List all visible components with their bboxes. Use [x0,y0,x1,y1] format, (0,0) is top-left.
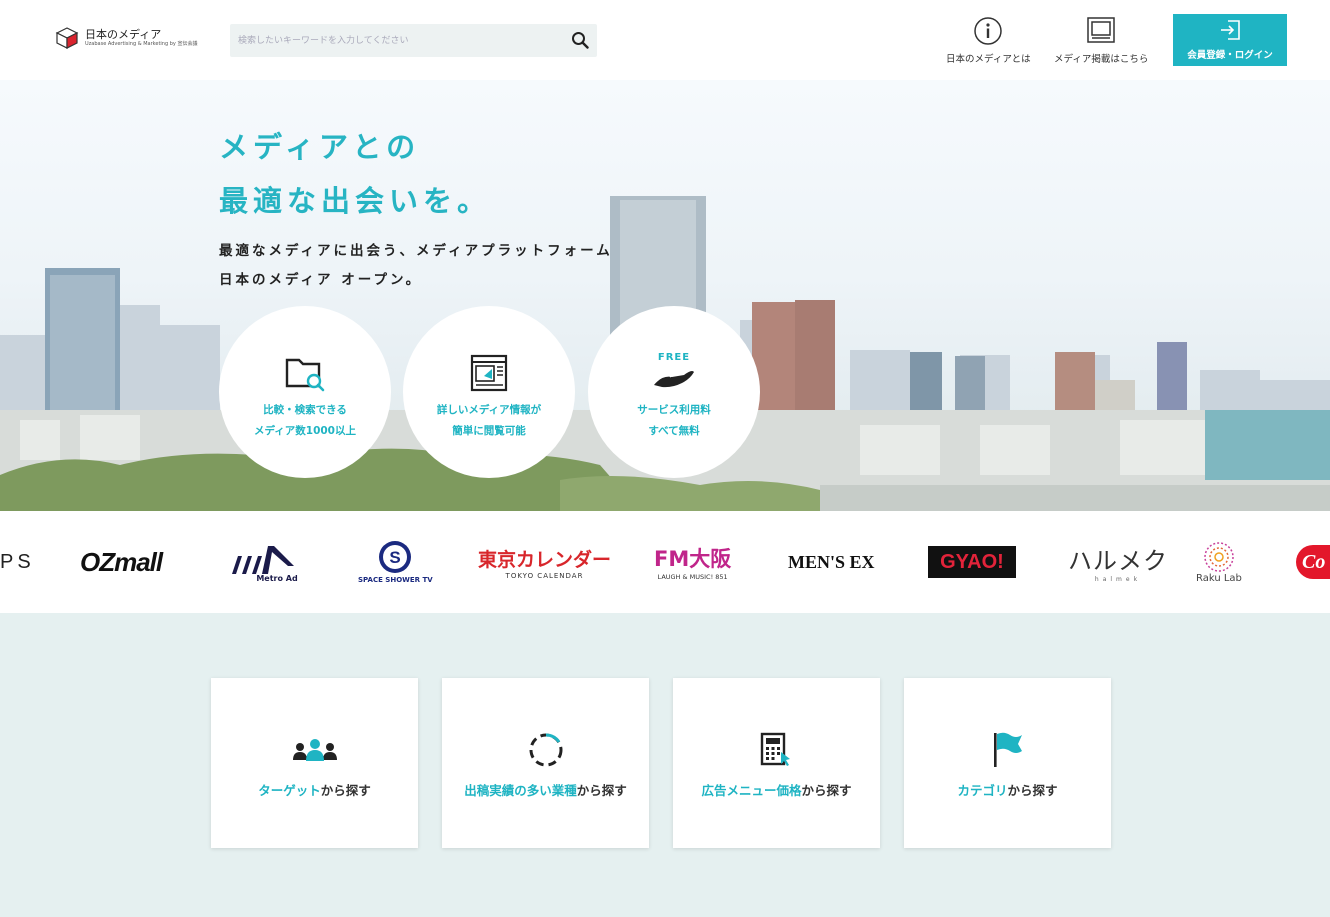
hero-section: メディアとの 最適な出会いを。 最適なメディアに出会う、メディアプラットフォーム… [0,80,1330,511]
card-target-highlight: ターゲット [258,783,321,798]
login-button[interactable]: 会員登録・ログイン [1173,14,1287,66]
hero-title: メディアとの 最適な出会いを。 [219,120,491,228]
brand-fm-osaka-sub: LAUGH & MUSIC! 851 [657,573,728,581]
feature-compare: 比較・検索できる メディア数1000以上 [219,306,391,478]
nav-about-label: 日本のメディアとは [946,54,1031,65]
login-icon [1221,20,1240,40]
site-header: 日本のメディア Uzabase Advertising & Marketing … [0,0,1330,80]
hero-desc-line1: 最適なメディアに出会う、メディアプラットフォーム [219,243,613,259]
free-hand-icon [654,370,694,387]
card-search-by-category[interactable]: カテゴリから探す [904,678,1111,848]
card-price-highlight: 広告メニュー価格 [701,783,802,798]
brand-ozmall-text: OZmall [80,546,163,577]
nav-listing[interactable]: メディア掲載はこちら [1054,16,1148,65]
logo-subtitle: Uzabase Advertising & Marketing by 宣伝会議 [85,41,198,47]
card-category-highlight: カテゴリ [957,783,1008,798]
feature-info-line2: 簡単に閲覧可能 [452,425,526,437]
brand-tokyo-calendar-text: 東京カレンダー [478,548,612,571]
site-logo[interactable]: 日本のメディア Uzabase Advertising & Marketing … [55,26,197,50]
people-icon [292,739,337,761]
brand-halmek-text: ハルメク [1068,547,1168,575]
dashed-circle-icon [529,733,562,767]
hero-desc-line2: 日本のメディア オープン。 [219,272,423,288]
brand-gyao[interactable]: GYAO! [928,511,1016,613]
hero-title-line1: メディアとの [219,130,421,164]
brand-space-shower-text: SPACE SHOWER TV [358,576,433,584]
feature-free-line1: サービス利用料 [637,404,711,416]
feature-free: FREE サービス利用料 すべて無料 [588,306,760,478]
media-info-icon [470,354,508,392]
brand-coca-cola[interactable]: Co [1296,511,1330,613]
cube-logo-icon [55,27,79,49]
brand-ps[interactable]: PS [0,511,35,613]
brand-ps-text: PS [0,550,35,573]
card-price-rest: から探す [801,783,852,798]
brand-tokyo-calendar-sub: TOKYO CALENDAR [505,571,584,580]
info-icon [974,17,1003,45]
metro-ad-logo-icon [232,545,294,574]
feature-free-line2: すべて無料 [648,425,700,437]
login-label: 会員登録・ログイン [1187,50,1273,61]
search-button[interactable] [569,30,591,52]
search-icon [572,31,589,49]
feature-info: 詳しいメディア情報が 簡単に閲覧可能 [403,306,575,478]
brand-raku-lab-text: Raku Lab [1196,572,1242,584]
feature-compare-line2: メディア数1000以上 [254,425,356,437]
card-industry-rest: から探す [576,783,627,798]
brand-coca-cola-text: Co [1296,545,1330,579]
nav-about[interactable]: 日本のメディアとは [946,16,1031,65]
card-search-by-price[interactable]: 広告メニュー価格から探す [673,678,880,848]
free-badge: FREE [657,351,691,363]
card-category-rest: から探す [1007,783,1058,798]
calculator-icon [760,732,790,766]
nav-listing-label: メディア掲載はこちら [1054,54,1149,65]
brand-ozmall[interactable]: OZmall [80,511,163,613]
brand-raku-lab[interactable]: Raku Lab [1196,511,1242,613]
brand-halmek[interactable]: ハルメク halmek [1068,511,1168,613]
card-industry-highlight: 出稿実績の多い業種 [464,783,577,798]
brand-mens-ex-text: MEN'S EX [788,551,875,572]
flag-icon [993,732,1022,767]
brand-space-shower[interactable]: S SPACE SHOWER TV [358,511,433,613]
feature-info-line1: 詳しいメディア情報が [436,404,542,416]
svg-text:S: S [390,548,401,567]
search-bar [230,24,597,57]
hero-description: 最適なメディアに出会う、メディアプラットフォーム 日本のメディア オープン。 [219,237,613,295]
brand-mens-ex[interactable]: MEN'S EX [788,511,875,613]
brand-metro-text: Metro Ad [256,573,298,583]
card-target-rest: から探す [320,783,371,798]
card-search-by-industry[interactable]: 出稿実績の多い業種から探す [442,678,649,848]
hero-title-line2: 最適な出会いを。 [219,184,492,218]
brand-fm-osaka[interactable]: FM大阪 LAUGH & MUSIC! 851 [654,511,731,613]
brand-halmek-sub: halmek [1094,576,1142,583]
category-search-section: ターゲットから探す 出稿実績の多い業種から探す 広告メニュー価格から探す カテゴ… [0,613,1330,917]
brand-tokyo-calendar[interactable]: 東京カレンダー TOKYO CALENDAR [478,511,611,613]
space-shower-logo-icon: S [379,541,412,573]
search-input[interactable] [230,24,560,57]
feature-compare-line1: 比較・検索できる [263,404,347,416]
monitor-icon [1087,17,1115,43]
brand-gyao-text: GYAO! [928,546,1016,578]
raku-lab-logo-icon [1204,541,1234,572]
brand-metro-ad[interactable]: Metro Ad [228,511,300,613]
brand-fm-osaka-text: FM大阪 [654,547,732,571]
media-logo-strip: PS OZmall Metro Ad S SPACE SHOWER TV 東京カ… [0,511,1330,613]
card-search-by-target[interactable]: ターゲットから探す [211,678,418,848]
logo-title: 日本のメディア [85,28,162,41]
folder-search-icon [285,358,325,392]
